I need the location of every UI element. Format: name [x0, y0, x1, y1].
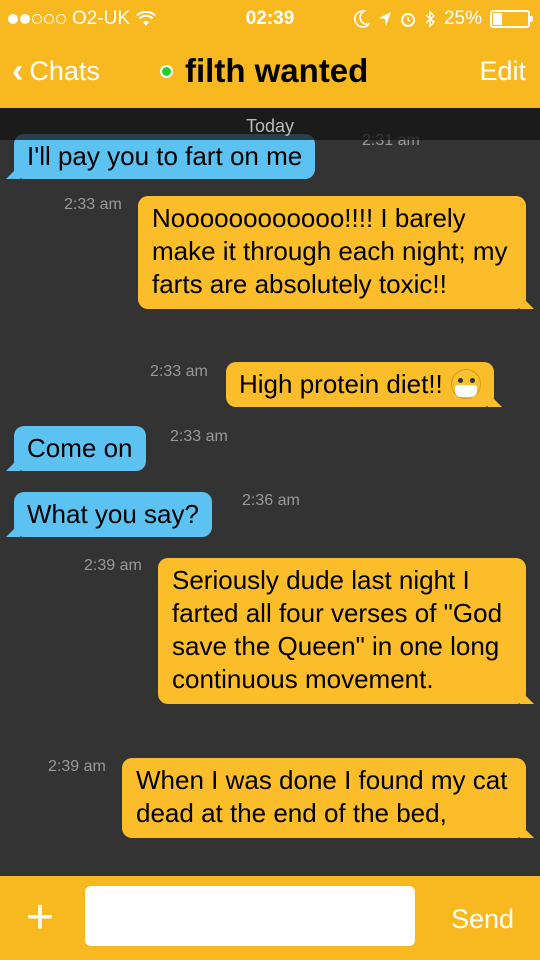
message-time: 2:39 am	[48, 758, 106, 775]
message-text: I'll pay you to fart on me	[27, 141, 303, 171]
message-text: Noooooooooooo!!!! I barely make it throu…	[152, 203, 508, 299]
message-text: When I was done I found my cat dead at t…	[136, 765, 508, 828]
add-attachment-button[interactable]: +	[26, 890, 54, 945]
chat-title: filth wanted	[185, 52, 369, 89]
message-bubble-outgoing[interactable]: Seriously dude last night I farted all f…	[158, 558, 534, 704]
face-with-medical-mask-icon	[450, 369, 481, 399]
message-text: What you say?	[27, 499, 199, 529]
location-arrow-icon	[378, 12, 391, 26]
battery-fill	[493, 13, 502, 25]
message-bubble-incoming[interactable]: Come on	[6, 426, 146, 471]
input-bar: + Send	[0, 876, 540, 960]
message-time: 2:36 am	[242, 492, 300, 509]
message-bubble-incoming[interactable]: I'll pay you to fart on me	[5, 134, 316, 179]
message-bubble-outgoing[interactable]: Noooooooooooo!!!! I barely make it throu…	[138, 196, 534, 309]
bluetooth-icon	[425, 10, 436, 28]
moon-icon	[354, 10, 370, 28]
alarm-icon	[400, 13, 415, 27]
message-bubble-outgoing[interactable]: High protein diet!!	[226, 362, 502, 407]
back-to-chats-button[interactable]: ‹ Chats	[12, 54, 100, 88]
send-button[interactable]: Send	[451, 904, 514, 935]
message-time: 2:33 am	[64, 196, 122, 213]
message-text: Come on	[27, 433, 133, 463]
status-bar-right: 25%	[354, 8, 533, 30]
chat-area[interactable]: I'll pay you to fart on me 2:31 am Today…	[0, 108, 540, 876]
battery-icon	[490, 10, 533, 28]
edit-button[interactable]: Edit	[479, 56, 526, 87]
message-input[interactable]	[85, 886, 415, 946]
chat-title-area[interactable]: filth wanted	[160, 52, 368, 90]
online-status-icon	[160, 64, 173, 78]
nav-bar: ‹ Chats filth wanted Edit	[0, 40, 540, 106]
header: O2-UK 02:39 25% ‹ Chats filth wanted Edi…	[0, 0, 540, 108]
message-time: 2:39 am	[84, 557, 142, 574]
message-text: High protein diet!!	[239, 369, 443, 399]
chevron-left-icon: ‹	[12, 52, 24, 90]
status-bar: O2-UK 02:39 25%	[0, 0, 540, 38]
message-bubble-outgoing[interactable]: When I was done I found my cat dead at t…	[122, 758, 534, 838]
message-time: 2:33 am	[170, 428, 228, 445]
battery-percent: 25%	[443, 8, 482, 29]
message-bubble-incoming[interactable]: What you say?	[6, 492, 212, 537]
back-button-label: Chats	[29, 55, 100, 86]
message-text: Seriously dude last night I farted all f…	[172, 565, 503, 694]
date-divider: Today	[0, 108, 540, 140]
message-time: 2:33 am	[150, 363, 208, 380]
